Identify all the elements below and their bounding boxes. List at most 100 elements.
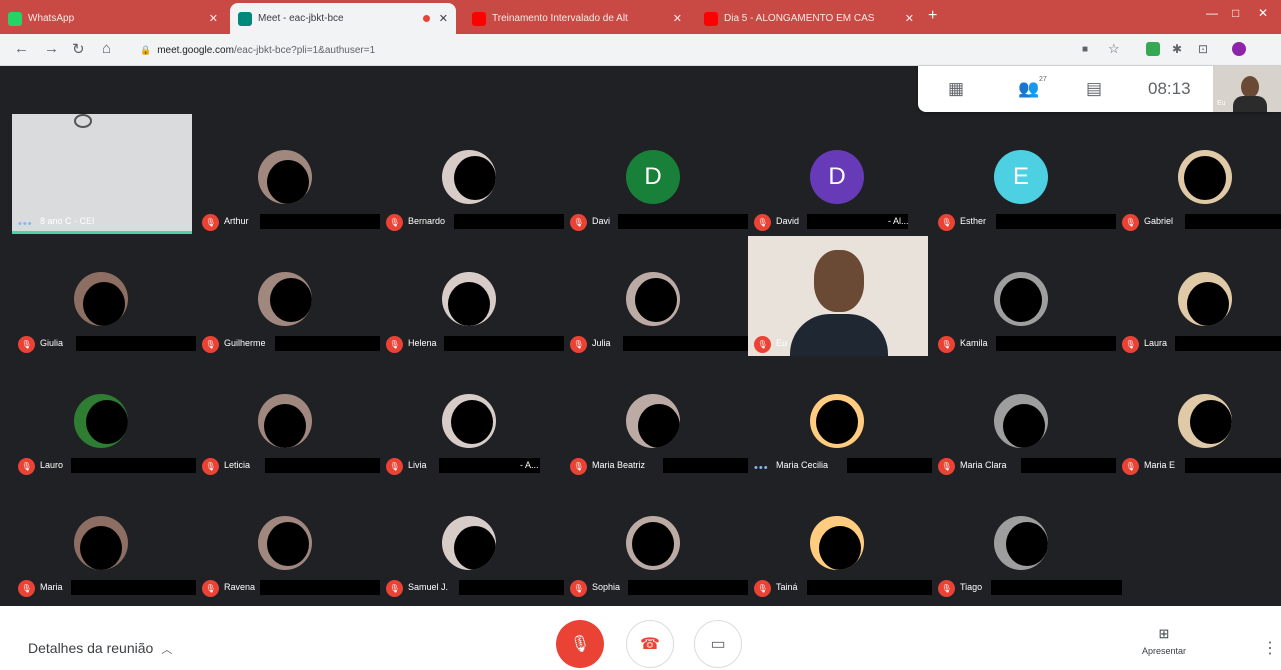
participant-tile[interactable]: E 🎙 Esther: [932, 114, 1122, 234]
participant-tile[interactable]: 🎙 Ravena: [196, 480, 386, 600]
participant-tile[interactable]: D 🎙 David - Al...: [748, 114, 928, 234]
participant-tile[interactable]: 🎙 Maria E: [1116, 358, 1281, 478]
cast-icon[interactable]: ⊡: [1198, 42, 1208, 56]
participant-tile[interactable]: 🎙 Eu: [748, 236, 928, 356]
extension-icon[interactable]: [1146, 42, 1160, 56]
participant-tile[interactable]: 🎙 Bernardo: [380, 114, 570, 234]
redaction-blot: [448, 282, 490, 326]
participant-tile[interactable]: 🎙 Tiago: [932, 480, 1122, 600]
participant-tile[interactable]: 🎙 Maria Beatriz: [564, 358, 754, 478]
browser-tab[interactable]: WhatsApp ✕: [0, 3, 226, 34]
mic-off-icon: 🎙: [569, 636, 591, 653]
redaction-blot: [1184, 156, 1226, 200]
participant-tile[interactable]: 🎙 Maria Clara: [932, 358, 1122, 478]
participant-tile[interactable]: 🎙 Kamila: [932, 236, 1122, 356]
participant-tile[interactable]: 🎙 Maria: [12, 480, 202, 600]
back-icon[interactable]: ←: [14, 40, 29, 57]
participant-tile[interactable]: 🎙 Sophia: [564, 480, 754, 600]
participants-icon[interactable]: 👥: [1018, 79, 1039, 99]
chat-icon[interactable]: ▤: [1086, 79, 1102, 99]
tab-close-icon[interactable]: ✕: [439, 12, 448, 25]
present-screen-icon: ⊞: [1158, 626, 1170, 641]
redaction-blot: [632, 522, 674, 566]
participant-name: Maria: [40, 582, 63, 592]
participant-tile[interactable]: 🎙 Gabriel: [1116, 114, 1281, 234]
profile-avatar[interactable]: [1232, 42, 1246, 56]
redaction-blot: [1003, 404, 1045, 448]
maximize-button[interactable]: □: [1232, 6, 1239, 20]
tab-close-icon[interactable]: ✕: [905, 12, 914, 25]
puzzle-icon[interactable]: ✱: [1172, 42, 1182, 56]
mic-muted-icon: 🎙: [18, 336, 35, 353]
hang-up-icon: ☎: [640, 636, 660, 653]
self-body: [1233, 96, 1267, 112]
participant-avatar: [810, 516, 864, 570]
mic-muted-icon: 🎙: [1122, 458, 1139, 475]
participant-avatar: [626, 516, 680, 570]
forward-icon[interactable]: →: [44, 40, 59, 57]
participant-avatar: [74, 272, 128, 326]
participant-name: Maria Clara: [960, 460, 1007, 470]
participant-avatar: [258, 150, 312, 204]
camera-icon: ▭: [710, 636, 726, 653]
present-button[interactable]: ⊞ Apresentar: [1134, 626, 1194, 656]
participant-tile[interactable]: 🎙 Leticia: [196, 358, 386, 478]
browser-tab[interactable]: Dia 5 - ALONGAMENTO EM CAS ✕: [696, 3, 922, 34]
microphone-toggle-button[interactable]: 🎙: [556, 620, 604, 668]
participant-count: 27: [1039, 76, 1047, 83]
redaction-blot: [1006, 522, 1048, 566]
participant-name: Eu: [776, 338, 788, 348]
url-host: meet.google.com: [157, 44, 234, 56]
participant-name: Sophia: [592, 582, 621, 592]
new-tab-button[interactable]: +: [928, 7, 937, 25]
participant-avatar: [258, 272, 312, 326]
participant-tile[interactable]: ••• Maria Cecilia: [748, 358, 938, 478]
audio-level-icon: •••: [754, 462, 769, 474]
participant-tile[interactable]: 🎙 Samuel J.: [380, 480, 570, 600]
camera-toggle-button[interactable]: ▭: [694, 620, 742, 668]
participant-tile[interactable]: ••• 8 ano C - CEI: [12, 114, 192, 234]
leave-call-button[interactable]: ☎: [626, 620, 674, 668]
tab-close-icon[interactable]: ✕: [673, 12, 682, 25]
more-options-icon[interactable]: ⋮: [1262, 638, 1278, 658]
name-redaction: [275, 336, 386, 351]
tab-title: WhatsApp: [28, 13, 75, 24]
name-redaction: [1175, 336, 1281, 351]
participant-tile[interactable]: 🎙 Laura: [1116, 236, 1281, 356]
participant-face: [814, 250, 864, 312]
reload-icon[interactable]: ↻: [72, 40, 85, 58]
participant-tile[interactable]: 🎙 Helena: [380, 236, 570, 356]
redaction-blot: [1187, 282, 1229, 326]
participant-name: Leticia: [224, 460, 251, 470]
participant-tile[interactable]: 🎙 Giulia: [12, 236, 202, 356]
name-redaction: [71, 458, 202, 473]
redaction-blot: [454, 526, 496, 570]
participant-tile[interactable]: 🎙 Arthur: [196, 114, 386, 234]
participant-name: Bernardo: [408, 216, 446, 226]
self-view-thumbnail[interactable]: Eu: [1213, 66, 1281, 112]
participant-tile[interactable]: 🎙 Lauro: [12, 358, 202, 478]
meeting-details-button[interactable]: Detalhes da reunião ︿: [28, 640, 172, 657]
participant-tile[interactable]: 🎙 Tainá: [748, 480, 938, 600]
url-field[interactable]: 🔒 meet.google.com /eac-jbkt-bce?pli=1&au…: [140, 39, 1070, 61]
home-icon[interactable]: ⌂: [102, 40, 111, 57]
participant-name: Maria Cecilia: [776, 460, 829, 470]
browser-tab[interactable]: Meet - eac-jbkt-bce ✕: [230, 3, 456, 34]
participant-tile[interactable]: 🎙 Guilherme: [196, 236, 386, 356]
tab-close-icon[interactable]: ✕: [209, 12, 218, 25]
participant-tile[interactable]: 🎙 Julia: [564, 236, 754, 356]
redaction-blot: [270, 278, 312, 322]
participant-tile[interactable]: D 🎙 Davi: [564, 114, 754, 234]
participant-name: Giulia: [40, 338, 64, 348]
name-redaction: [454, 214, 570, 229]
grid-layout-icon[interactable]: ▦: [948, 79, 964, 99]
bottom-control-bar: Detalhes da reunião ︿ 🎙 ☎ ▭ ⊞ Apresentar …: [0, 606, 1281, 670]
minimize-button[interactable]: —: [1206, 6, 1218, 20]
close-window-button[interactable]: ✕: [1258, 6, 1268, 20]
redaction-blot: [86, 400, 128, 444]
camera-indicator-icon[interactable]: ■: [1082, 44, 1088, 55]
participant-tile[interactable]: 🎙 Livia - A...: [380, 358, 560, 478]
star-icon[interactable]: ☆: [1108, 41, 1120, 57]
name-redaction: [260, 214, 386, 229]
browser-tab[interactable]: Treinamento Intervalado de Alt ✕: [464, 3, 690, 34]
